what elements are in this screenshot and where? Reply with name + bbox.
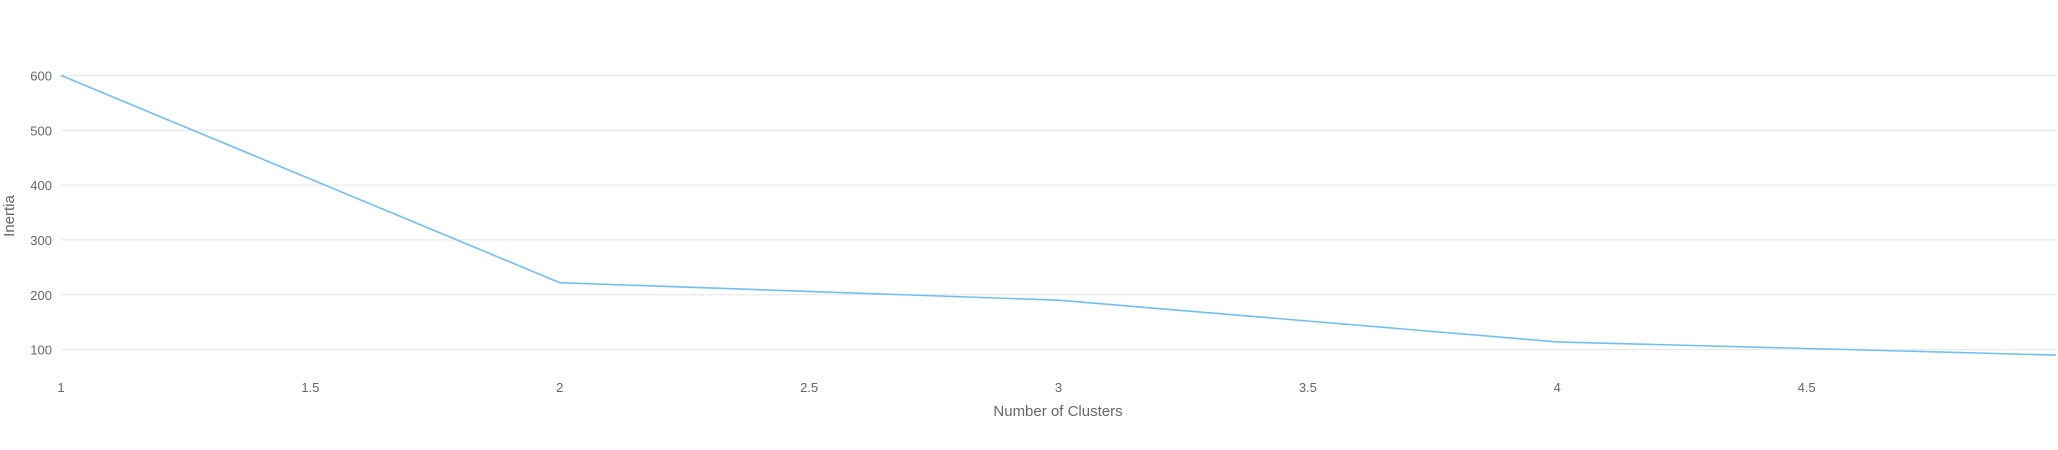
x-tick-label: 3 <box>1055 380 1062 395</box>
series-layer <box>60 74 2057 356</box>
line-chart: 100 200 300 400 500 600 1 1.5 2 2.5 3 3.5 4 4.5 Numb… <box>1 68 2057 420</box>
x-tick-label: 4 <box>1554 380 1561 395</box>
x-axis-ticks: 1 1.5 2 2.5 3 3.5 4 4.5 <box>57 380 1815 395</box>
chart-container: 100 200 300 400 500 600 1 1.5 2 2.5 3 3.5 4 4.5 Numb… <box>0 0 2058 450</box>
y-axis-ticks: 100 200 300 400 500 600 <box>30 68 52 357</box>
y-tick-label: 500 <box>30 123 52 138</box>
y-axis-title: Inertia <box>1 195 18 237</box>
y-tick-label: 400 <box>30 178 52 193</box>
grid <box>61 74 2056 351</box>
y-tick-label: 600 <box>30 68 52 83</box>
x-tick-label: 2.5 <box>800 380 818 395</box>
x-tick-label: 2 <box>556 380 563 395</box>
x-axis-title: Number of Clusters <box>993 403 1122 420</box>
y-tick-label: 200 <box>30 288 52 303</box>
y-tick-label: 100 <box>30 343 52 358</box>
x-tick-label: 1.5 <box>301 380 319 395</box>
x-tick-label: 3.5 <box>1299 380 1317 395</box>
x-tick-label: 1 <box>57 380 64 395</box>
x-tick-label: 4.5 <box>1798 380 1816 395</box>
y-tick-label: 300 <box>30 233 52 248</box>
series-line-0 <box>60 74 2057 356</box>
